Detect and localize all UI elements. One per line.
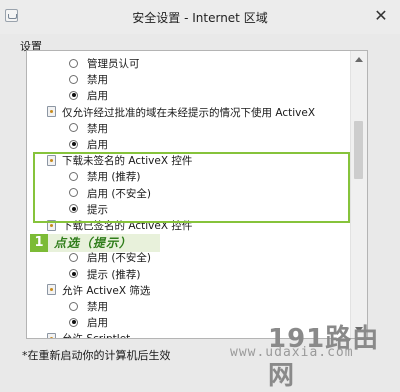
setting-option[interactable]: 禁用 [69, 300, 108, 315]
scrollbar-thumb[interactable] [354, 121, 363, 179]
radio-unselected-icon[interactable] [69, 74, 78, 84]
watermark-url: www.udaxia.com [230, 345, 354, 360]
setting-option-label: 启用 [87, 317, 108, 330]
step-callout: 点选（提示） [48, 234, 160, 252]
step-badge: 1 [30, 234, 48, 252]
setting-option[interactable]: 启用 [69, 138, 108, 153]
setting-option[interactable]: 禁用 [69, 73, 108, 88]
setting-option-label: 管理员认可 [87, 58, 140, 70]
radio-unselected-icon[interactable] [69, 58, 78, 68]
setting-option-label: 提示 (推荐) [87, 268, 141, 281]
setting-option[interactable]: 启用 [69, 89, 108, 104]
setting-category: 允许 Scriptlet [47, 332, 130, 338]
setting-option-label: 启用 [87, 90, 108, 103]
setting-option-label: 禁用 [87, 74, 108, 87]
scroll-up-icon[interactable] [355, 57, 363, 62]
setting-option-label: 禁用 [87, 122, 108, 135]
setting-option[interactable]: 提示 (推荐) [69, 268, 141, 283]
radio-selected-icon[interactable] [69, 269, 78, 279]
setting-category-icon [47, 284, 56, 296]
window-title: 安全设置 - Internet 区域 [132, 11, 268, 25]
vertical-scrollbar[interactable] [350, 51, 367, 338]
setting-category-icon [47, 332, 56, 338]
restart-note: *在重新启动你的计算机后生效 [22, 349, 171, 362]
setting-option[interactable]: 禁用 [69, 122, 108, 137]
radio-selected-icon[interactable] [69, 139, 78, 149]
radio-unselected-icon[interactable] [69, 252, 78, 262]
radio-selected-icon[interactable] [69, 90, 78, 100]
setting-category: 允许 ActiveX 筛选 [47, 284, 150, 299]
setting-category-label: 允许 ActiveX 筛选 [62, 284, 151, 297]
setting-option[interactable]: 启用 (不安全) [69, 251, 151, 266]
highlight-box [33, 152, 350, 223]
title-bar: 安全设置 - Internet 区域 ✕ [0, 0, 400, 34]
radio-selected-icon[interactable] [69, 317, 78, 327]
radio-unselected-icon[interactable] [69, 123, 78, 133]
setting-category-icon [47, 106, 56, 118]
radio-unselected-icon[interactable] [69, 301, 78, 311]
setting-option[interactable]: 管理员认可 [69, 57, 140, 72]
setting-option-label: 启用 (不安全) [87, 252, 152, 265]
setting-option[interactable]: 启用 [69, 316, 108, 331]
setting-category: 仅允许经过批准的域在未经提示的情况下使用 ActiveX [47, 106, 315, 121]
setting-option-label: 禁用 [87, 301, 108, 313]
setting-option-label: 启用 [87, 139, 108, 151]
close-button[interactable]: ✕ [370, 6, 392, 26]
setting-category-label: 仅允许经过批准的域在未经提示的情况下使用 ActiveX [62, 106, 316, 119]
setting-category-label: 允许 Scriptlet [62, 333, 130, 338]
